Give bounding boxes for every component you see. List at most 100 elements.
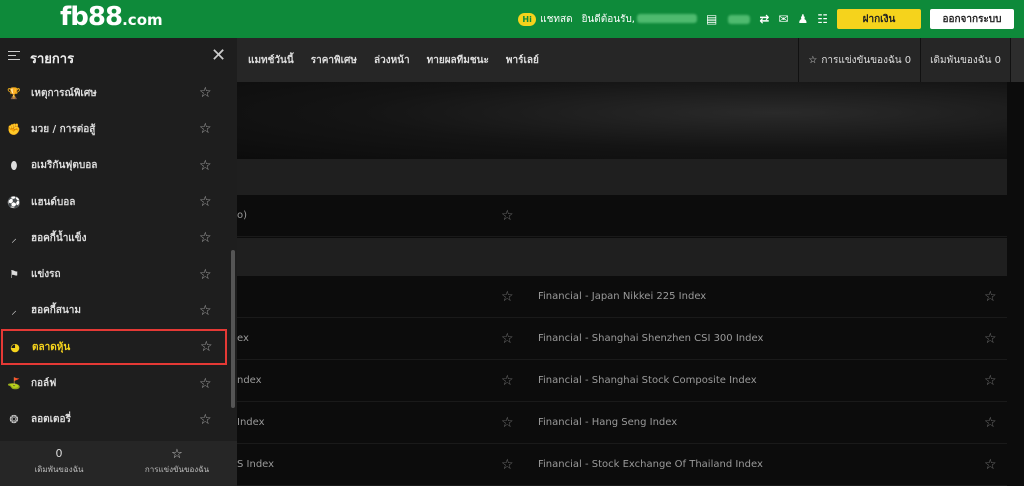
username-redacted: [637, 14, 697, 23]
sidebar-item-field-hockey[interactable]: ⸝ ฮอคกี้สนาม ☆: [0, 293, 226, 329]
sidebar-item-special-events[interactable]: 🏆 เหตุการณ์พิเศษ ☆: [0, 75, 226, 111]
table-row[interactable]: S Index ☆ Financial - Stock Exchange Of …: [237, 444, 1007, 486]
checklist-icon[interactable]: ☷: [817, 12, 828, 26]
balance-redacted: [728, 14, 751, 24]
top-header: fb88.com Hi แชทสด ยินดีต้อนรับ, ▤ ⇄ ✉ ♟ …: [0, 0, 1024, 38]
row-left-text: ex: [237, 333, 249, 344]
market-name[interactable]: Financial - Japan Nikkei 225 Index: [538, 291, 706, 302]
table-row[interactable]: ex ☆ Financial - Shanghai Shenzhen CSI 3…: [237, 318, 1007, 360]
section-header: [237, 159, 1007, 195]
nav-tab-outright[interactable]: ทายผลทีมชนะ: [427, 53, 489, 68]
favorite-star-icon[interactable]: ☆: [501, 374, 514, 388]
table-row[interactable]: Index ☆ Financial - Hang Seng Index ☆: [237, 402, 1007, 444]
sidebar-item-label: มวย / การต่อสู้: [31, 123, 96, 135]
favorite-star-icon[interactable]: ☆: [200, 339, 213, 355]
favorite-star-icon[interactable]: ☆: [199, 412, 212, 428]
favorite-star-icon[interactable]: ☆: [984, 290, 997, 304]
favorite-star-icon[interactable]: ☆: [199, 121, 212, 137]
sidebar-item-stock-market[interactable]: ◕ ตลาดหุ้น ☆: [1, 329, 227, 366]
my-bets-footer-button[interactable]: 0 เดิมพันของฉัน: [0, 447, 118, 476]
sidebar-item-label: ตลาดหุ้น: [32, 341, 71, 353]
my-competitions-footer-button[interactable]: ☆ การแข่งขันของฉัน: [118, 447, 236, 476]
sidebar-item-lottery[interactable]: ❂ ลอตเตอรี่ ☆: [0, 402, 226, 438]
favorite-star-icon[interactable]: ☆: [199, 158, 212, 174]
logo-text: fb88: [60, 2, 123, 32]
ice-hockey-icon: ⸝: [11, 231, 17, 245]
close-icon[interactable]: ✕: [211, 45, 226, 66]
user-icon[interactable]: ♟: [797, 12, 808, 26]
golf-icon: ⛳: [7, 377, 21, 391]
brand-logo[interactable]: fb88.com: [60, 2, 163, 32]
favorite-star-icon[interactable]: ☆: [501, 209, 514, 223]
live-chat-label: แชทสด: [540, 13, 573, 25]
favorite-star-icon[interactable]: ☆: [501, 458, 514, 472]
favorite-star-icon[interactable]: ☆: [199, 230, 212, 246]
sports-sidebar: รายการ ✕ 🏆 เหตุการณ์พิเศษ ☆ ✊ มวย / การต…: [0, 38, 237, 486]
market-name[interactable]: Financial - Stock Exchange Of Thailand I…: [538, 459, 763, 470]
favorite-star-icon[interactable]: ☆: [501, 332, 514, 346]
sidebar-item-label: แฮนด์บอล: [31, 196, 76, 208]
sidebar-item-ice-hockey[interactable]: ⸝ ฮอคกี้น้ำแข็ง ☆: [0, 220, 226, 256]
favorite-star-icon[interactable]: ☆: [199, 376, 212, 392]
favorite-star-icon[interactable]: ☆: [984, 416, 997, 430]
table-row[interactable]: o) ☆: [237, 195, 1007, 237]
row-left-text: S Index: [237, 459, 275, 470]
menu-icon[interactable]: [8, 51, 20, 61]
star-icon: ☆: [171, 447, 183, 462]
sidebar-footer: 0 เดิมพันของฉัน ☆ การแข่งขันของฉัน: [0, 441, 237, 486]
market-name[interactable]: Financial - Shanghai Stock Composite Ind…: [538, 375, 757, 386]
favorite-star-icon[interactable]: ☆: [501, 290, 514, 304]
table-row[interactable]: ndex ☆ Financial - Shanghai Stock Compos…: [237, 360, 1007, 402]
nav-scroll-pad: [1010, 38, 1024, 82]
star-icon: ☆: [808, 54, 818, 66]
wallet-icon[interactable]: ▤: [706, 12, 717, 26]
favorite-star-icon[interactable]: ☆: [984, 458, 997, 472]
transfer-icon[interactable]: ⇄: [759, 12, 769, 26]
american-football-icon: ⬮: [10, 158, 18, 172]
sidebar-item-american-football[interactable]: ⬮ อเมริกันฟุตบอล ☆: [0, 148, 226, 184]
sidebar-item-label: แข่งรถ: [31, 269, 61, 281]
nav-tab-today[interactable]: แมทช์วันนี้: [248, 53, 294, 68]
boxing-glove-icon: ✊: [7, 122, 21, 136]
favorite-star-icon[interactable]: ☆: [984, 374, 997, 388]
sidebar-item-boxing[interactable]: ✊ มวย / การต่อสู้ ☆: [0, 111, 226, 147]
nav-right-group: ☆ การแข่งขันของฉัน 0 เดิมพันของฉัน 0: [798, 38, 1024, 82]
row-left-text: o): [237, 210, 248, 221]
handball-icon: ⚽: [7, 195, 21, 209]
logo-suffix: .com: [122, 11, 163, 29]
promotion-icon[interactable]: ✉: [778, 12, 788, 26]
favorite-star-icon[interactable]: ☆: [199, 267, 212, 283]
my-bets-label: เดิมพันของฉัน 0: [930, 54, 1001, 66]
deposit-button[interactable]: ฝากเงิน: [837, 9, 921, 29]
market-name[interactable]: Financial - Hang Seng Index: [538, 417, 677, 428]
favorite-star-icon[interactable]: ☆: [984, 332, 997, 346]
sidebar-list: 🏆 เหตุการณ์พิเศษ ☆ ✊ มวย / การต่อสู้ ☆ ⬮…: [0, 75, 237, 438]
live-chat-link[interactable]: Hi แชทสด: [518, 12, 573, 27]
sidebar-item-golf[interactable]: ⛳ กอล์ฟ ☆: [0, 365, 226, 401]
trophy-icon: 🏆: [7, 86, 21, 100]
nav-tab-parlay[interactable]: พาร์เลย์: [506, 53, 539, 68]
nav-tab-early[interactable]: ล่วงหน้า: [374, 53, 410, 68]
sidebar-item-motor-racing[interactable]: ⚑ แข่งรถ ☆: [0, 256, 226, 292]
logout-button[interactable]: ออกจากระบบ: [930, 9, 1014, 29]
favorite-star-icon[interactable]: ☆: [501, 416, 514, 430]
sidebar-header: รายการ ✕: [0, 38, 237, 75]
nav-tabs: แมทช์วันนี้ ราคาพิเศษ ล่วงหน้า ทายผลทีมช…: [248, 38, 539, 82]
app-root: o) ☆ ☆ Financial - Japan Nikkei 225 Inde…: [0, 0, 1024, 486]
sidebar-item-handball[interactable]: ⚽ แฮนด์บอล ☆: [0, 184, 226, 220]
my-bets-link[interactable]: เดิมพันของฉัน 0: [921, 53, 1010, 68]
nav-tab-special-odds[interactable]: ราคาพิเศษ: [311, 53, 357, 68]
sidebar-scrollbar[interactable]: [231, 250, 235, 408]
favorite-star-icon[interactable]: ☆: [199, 194, 212, 210]
market-name[interactable]: Financial - Shanghai Shenzhen CSI 300 In…: [538, 333, 763, 344]
page-scrollbar[interactable]: [1008, 82, 1024, 486]
table-row[interactable]: ☆ Financial - Japan Nikkei 225 Index ☆: [237, 276, 1007, 318]
banner-image: [237, 82, 1007, 159]
my-competitions-link[interactable]: ☆ การแข่งขันของฉัน 0: [799, 53, 920, 68]
field-hockey-icon: ⸝: [11, 304, 17, 318]
favorite-star-icon[interactable]: ☆: [199, 85, 212, 101]
row-left-text: Index: [237, 417, 265, 428]
favorite-star-icon[interactable]: ☆: [199, 303, 212, 319]
chat-bubble-icon: Hi: [518, 12, 537, 26]
sidebar-item-label: อเมริกันฟุตบอล: [31, 160, 98, 172]
